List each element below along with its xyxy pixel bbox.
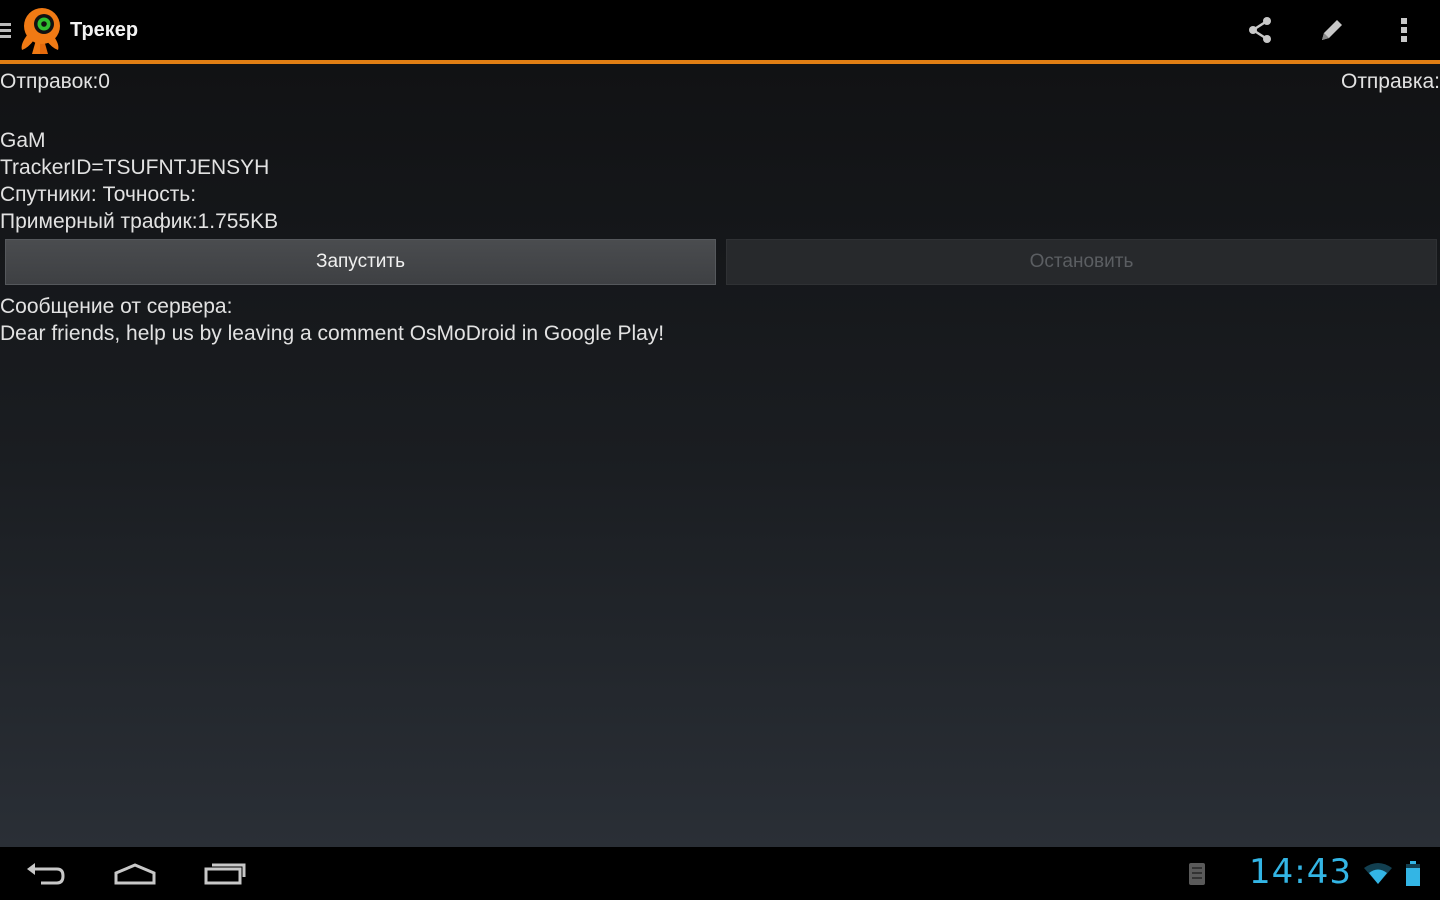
traffic-estimate: Примерный трафик:1.755KB xyxy=(0,210,279,233)
sends-count: Отправок:0 xyxy=(0,70,110,93)
sending-status: Отправка: xyxy=(1340,70,1440,93)
server-message-block: Сообщение от сервера: Dear friends, help… xyxy=(0,293,664,347)
tracker-id: TrackerID=TSUFNTJENSYH xyxy=(0,156,270,179)
sends-row: Отправок:0 Отправка: xyxy=(0,64,1440,98)
back-icon xyxy=(27,862,65,884)
wifi-icon xyxy=(1362,847,1394,900)
recent-apps-icon xyxy=(204,863,246,884)
clock[interactable]: 14:43 xyxy=(1249,852,1352,892)
main-content: Отправок:0 Отправка: GaM TrackerID=TSUFN… xyxy=(0,64,1440,847)
overflow-menu-icon xyxy=(1401,18,1407,42)
back-button[interactable] xyxy=(10,847,80,900)
tracker-info: GaM TrackerID=TSUFNTJENSYH Спутники: Точ… xyxy=(0,127,278,235)
pencil-icon xyxy=(1322,20,1342,40)
satellites-accuracy: Спутники: Точность: xyxy=(0,183,197,206)
server-message-header: Сообщение от сервера: xyxy=(0,295,233,318)
server-message-text: Dear friends, help us by leaving a comme… xyxy=(0,322,665,345)
action-bar: Трекер xyxy=(0,0,1440,64)
system-bar: 14:43 xyxy=(0,847,1440,900)
recent-apps-button[interactable] xyxy=(190,847,260,900)
notification-icon[interactable] xyxy=(1184,847,1210,900)
app-title: Трекер xyxy=(70,18,139,41)
share-icon xyxy=(1249,17,1271,43)
app-logo-icon[interactable] xyxy=(14,4,66,56)
stop-button[interactable]: Остановить xyxy=(726,239,1437,285)
control-buttons: Запустить Остановить xyxy=(5,239,1437,285)
drawer-indicator-icon[interactable] xyxy=(0,0,12,60)
share-button[interactable] xyxy=(1224,0,1296,60)
battery-icon xyxy=(1402,847,1424,900)
start-button[interactable]: Запустить xyxy=(5,239,716,285)
home-button[interactable] xyxy=(100,847,170,900)
edit-button[interactable] xyxy=(1296,0,1368,60)
overflow-menu-button[interactable] xyxy=(1368,0,1440,60)
home-icon xyxy=(114,862,156,884)
user-name: GaM xyxy=(0,129,46,152)
action-icons xyxy=(1224,0,1440,60)
